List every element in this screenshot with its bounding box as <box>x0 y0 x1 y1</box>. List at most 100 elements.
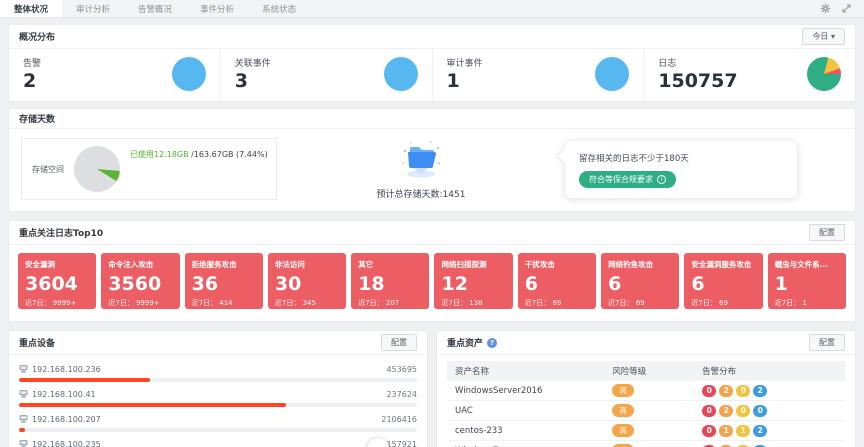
device-ip: 192.168.100.41 <box>19 389 96 400</box>
computer-icon <box>19 364 28 375</box>
log-card-10[interactable]: 蠕虫与文件系...1近7日： 1 <box>768 253 846 309</box>
log-card-4[interactable]: 非法访问30近7日： 345 <box>268 253 346 309</box>
alert-count-badge: 0 <box>702 425 716 437</box>
stat-circle-icon <box>172 57 206 91</box>
log-card-1[interactable]: 安全漏洞3604近7日： 9999+ <box>18 253 96 309</box>
storage-header: 存储天数 <box>9 109 855 129</box>
log-card-5[interactable]: 其它18近7日： 207 <box>351 253 429 309</box>
log-card-value: 6 <box>691 275 755 295</box>
risk-level-badge: 高 <box>612 424 634 437</box>
key-assets-config-button[interactable]: 配置 <box>809 334 845 351</box>
log-card-title: 安全漏洞服务攻击 <box>691 259 755 270</box>
alert-count-badge: 2 <box>719 385 733 397</box>
device-line: 192.168.100.2352157921 <box>19 439 417 447</box>
log-card-value: 6 <box>525 275 589 295</box>
log-card-recent: 近7日： 69 <box>608 298 672 308</box>
device-ip-text: 192.168.100.236 <box>32 365 101 374</box>
stat-alerts-text: 告警2 <box>23 56 41 92</box>
tabs-container: 整体状况审计分析告警概况事件分析系统状态 <box>0 0 310 17</box>
log-card-recent: 近7日： 9999+ <box>25 298 89 308</box>
key-assets-panel: 重点资产 ? 配置 资产名称风险等级告警分布 WindowsServer2016… <box>436 330 856 447</box>
asset-row[interactable]: UAC高0200 <box>447 401 845 421</box>
tab-event-analysis[interactable]: 事件分析 <box>186 0 248 17</box>
log-card-title: 网络钓鱼攻击 <box>608 259 672 270</box>
key-assets-title: 重点资产 <box>447 336 483 349</box>
stat-value: 150757 <box>658 70 737 92</box>
log-card-2[interactable]: 命令注入攻击 3560 近7日： 9999+ <box>101 253 179 309</box>
assets-column-header-0: 资产名称 <box>455 365 612 377</box>
logs-pie-chart <box>807 57 841 91</box>
asset-row[interactable]: Windows7高0102 <box>447 441 845 447</box>
help-icon[interactable]: ? <box>487 338 497 348</box>
log-cards-row: 安全漏洞3604近7日： 9999+命令注入攻击3560近7日： 9999+拒绝… <box>9 245 855 321</box>
asset-name: centos-233 <box>455 426 612 436</box>
top-logs-config-button[interactable]: 配置 <box>809 224 845 241</box>
tab-system-status[interactable]: 系统状态 <box>248 0 310 17</box>
stat-correlated-events: 关联事件3 <box>220 49 432 101</box>
stat-circle-icon <box>595 57 629 91</box>
device-bar-track <box>19 428 417 432</box>
key-assets-header: 重点资产 ? 配置 <box>437 331 855 355</box>
device-row[interactable]: 192.168.100.236453695 <box>19 364 417 382</box>
log-card-value: 6 <box>608 275 672 295</box>
overview-title: 概况分布 <box>19 30 55 43</box>
stat-label: 日志 <box>658 56 737 69</box>
stat-audit-events-text: 审计事件1 <box>447 56 483 92</box>
log-card-7[interactable]: 干扰攻击6近7日： 69 <box>518 253 596 309</box>
device-line: 192.168.100.236453695 <box>19 364 417 375</box>
alert-count-badge: 1 <box>719 425 733 437</box>
key-devices-config-button[interactable]: 配置 <box>381 334 417 351</box>
asset-risk-cell: 高 <box>612 384 702 397</box>
device-row[interactable]: 192.168.100.41237624 <box>19 389 417 407</box>
storage-total-text: /163.67GB (7.44%) <box>189 150 268 159</box>
alert-count-badge: 2 <box>753 425 767 437</box>
stat-audit-events: 审计事件1 <box>432 49 644 101</box>
device-row[interactable]: 192.168.100.2352157921 <box>19 439 417 447</box>
device-ip: 192.168.100.236 <box>19 364 101 375</box>
log-card-value: 3560 <box>108 275 172 295</box>
tab-overall-status[interactable]: 整体状况 <box>0 0 62 17</box>
device-ip: 192.168.100.235 <box>19 439 101 447</box>
asset-risk-cell: 高 <box>612 424 702 437</box>
log-card-3[interactable]: 拒绝服务攻击36近7日： 414 <box>185 253 263 309</box>
folder-icon <box>398 166 444 185</box>
risk-level-badge: 高 <box>612 384 634 397</box>
device-row[interactable]: 192.168.100.2072106416 <box>19 414 417 432</box>
asset-row[interactable]: centos-233高0112 <box>447 421 845 441</box>
device-list: 192.168.100.236453695 192.168.100.4123762… <box>9 355 427 447</box>
device-bar-track <box>19 378 417 382</box>
log-card-8[interactable]: 网络钓鱼攻击 6 近7日： 69 <box>601 253 679 309</box>
log-card-recent: 近7日： 9999+ <box>108 298 172 308</box>
storage-used-value: 12.18GB <box>154 150 189 159</box>
asset-row[interactable]: WindowsServer2016高0202 <box>447 381 845 401</box>
log-card-value: 3604 <box>25 275 89 295</box>
log-card-recent: 近7日： 207 <box>358 298 422 308</box>
compliance-badge[interactable]: 符合等保合规要求 i <box>579 171 676 188</box>
asset-name: UAC <box>455 406 612 416</box>
alert-count-badge: 0 <box>702 385 716 397</box>
storage-space-card: 存储空间 已使用12.18GB /163.67GB (7.44%) <box>21 138 277 200</box>
device-bar-track <box>19 403 417 407</box>
alert-count-badge: 0 <box>702 405 716 417</box>
stat-circle-icon <box>384 57 418 91</box>
tab-alert-overview[interactable]: 告警概况 <box>124 0 186 17</box>
gear-icon[interactable] <box>820 3 831 14</box>
log-card-recent: 近7日： 69 <box>691 298 755 308</box>
log-card-6[interactable]: 网络扫描探测12近7日： 138 <box>434 253 512 309</box>
period-dropdown[interactable]: 今日 ▾ <box>802 28 845 45</box>
top-logs-title: 重点关注日志Top10 <box>19 226 103 239</box>
log-card-title: 命令注入攻击 <box>108 259 172 270</box>
overview-stats: 告警2 关联事件3 审计事件1 日志150757 <box>9 49 855 101</box>
expand-icon[interactable] <box>841 3 852 14</box>
asset-risk-cell: 高 <box>612 404 702 417</box>
key-devices-panel: 重点设备 配置 192.168.100.236453695192.168.100… <box>8 330 428 447</box>
bottom-row: 重点设备 配置 192.168.100.236453695192.168.100… <box>8 330 856 447</box>
log-card-9[interactable]: 安全漏洞服务攻击 6 近7日： 69 <box>684 253 762 309</box>
stat-label: 告警 <box>23 56 41 69</box>
stat-correlated-events-text: 关联事件3 <box>235 56 271 92</box>
tab-audit-analysis[interactable]: 审计分析 <box>62 0 124 17</box>
log-card-recent: 近7日： 414 <box>192 298 256 308</box>
compliance-badge-label: 符合等保合规要求 <box>589 174 653 185</box>
assets-table-header: 资产名称风险等级告警分布 <box>447 361 845 381</box>
computer-icon <box>19 389 28 400</box>
